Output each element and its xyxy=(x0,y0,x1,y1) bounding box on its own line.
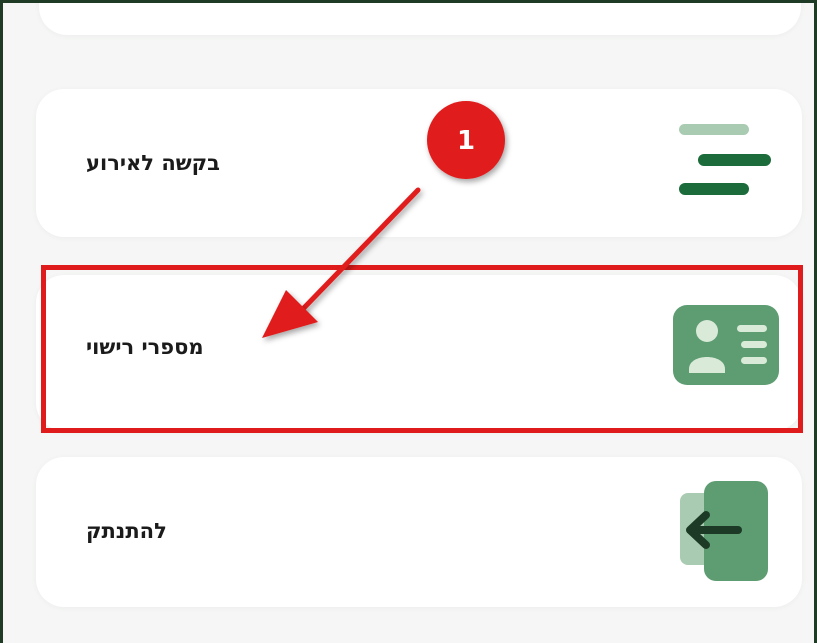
menu-lines-icon xyxy=(676,119,776,203)
logout-icon xyxy=(676,479,776,585)
menu-item-label: להתנתק xyxy=(86,519,167,543)
menu-item-event-request[interactable]: בקשה לאירוע xyxy=(36,89,802,237)
menu-item-logout[interactable]: להתנתק xyxy=(36,457,802,607)
highlight-rectangle xyxy=(41,265,803,433)
menu-item-label: בקשה לאירוע xyxy=(86,151,220,175)
menu-card-partial xyxy=(39,3,801,35)
